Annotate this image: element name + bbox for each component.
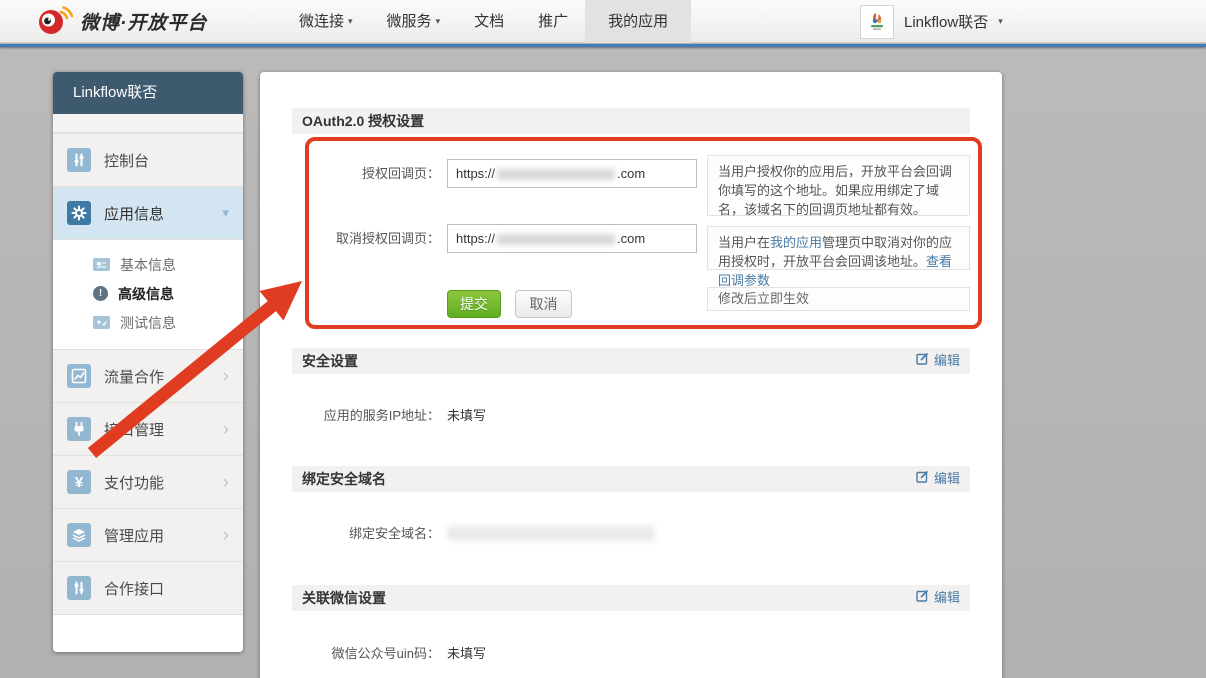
sidebar-app-name: Linkflow联否 [53, 72, 243, 114]
layers-icon [67, 523, 91, 547]
edit-icon [916, 466, 929, 492]
revoke-callback-help: 当用户在我的应用管理页中取消对你的应用授权时，开放平台会回调该地址。查看回调参数 [707, 226, 970, 288]
menu-item-weilianjie[interactable]: 微连接 ▾ [282, 0, 370, 43]
my-apps-link[interactable]: 我的应用 [770, 235, 822, 250]
sidebar-item-coop-api[interactable]: 合作接口 [53, 561, 243, 614]
edit-bound-domain-link[interactable]: 编辑 [916, 466, 960, 492]
section-header-oauth: OAuth2.0 授权设置 [292, 108, 970, 134]
chevron-right-icon: › [222, 524, 229, 546]
authorize-callback-label: 授权回调页： [361, 166, 440, 181]
sidebar-item-api-management[interactable]: 接口管理 › [53, 402, 243, 455]
sidebar-spacer [53, 114, 243, 133]
bound-domain-label: 绑定安全域名： [348, 526, 440, 541]
sidebar-subitem-label: 测试信息 [120, 314, 176, 331]
main-content: OAuth2.0 授权设置 授权回调页： https:// .com 当用户授权你… [260, 72, 1002, 678]
redacted-url-segment [497, 169, 616, 181]
effective-immediately-note: 修改后立即生效 [707, 287, 970, 311]
user-menu[interactable]: Linkflow联否 ▾ [860, 0, 1003, 43]
authorize-callback-input[interactable]: https:// .com [447, 159, 697, 188]
main-menu: 微连接 ▾ 微服务 ▾ 文档 推广 我的应用 [282, 0, 692, 43]
chevron-down-icon: ▾ [435, 16, 441, 26]
sidebar-footer [53, 614, 243, 652]
section-title: OAuth2.0 授权设置 [302, 113, 425, 129]
sidebar-item-label: 控制台 [104, 152, 150, 170]
service-ip-value: 未填写 [447, 408, 487, 423]
section-header-security: 编辑 安全设置 [292, 348, 970, 374]
sidebar-subitem-label: 基本信息 [120, 256, 176, 273]
chart-icon [67, 364, 91, 388]
sidebar-item-label: 管理应用 [104, 527, 165, 545]
sidebar-item-traffic-coop[interactable]: 流量合作 › [53, 349, 243, 402]
sidebar: Linkflow联否 控制台 应用信息 ▾ 基本信息 ! 高级信息 测试信息 流… [53, 72, 243, 652]
wechat-uin-value: 未填写 [447, 646, 487, 661]
alert-circle-icon: ! [93, 286, 108, 301]
sidebar-item-console[interactable]: 控制台 [53, 133, 243, 186]
user-name: Linkflow联否 [904, 14, 989, 31]
authorize-callback-help: 当用户授权你的应用后，开放平台会回调你填写的这个地址。如果应用绑定了域名，该域名… [707, 155, 970, 217]
gear-icon [67, 201, 91, 225]
revoke-callback-label: 取消授权回调页： [335, 231, 440, 246]
url-prefix: https:// [456, 166, 496, 181]
section-title: 关联微信设置 [302, 590, 386, 606]
top-navbar: 微博·开放平台 微连接 ▾ 微服务 ▾ 文档 推广 我的应用 Linkflow联… [0, 0, 1206, 43]
section-title: 安全设置 [302, 353, 358, 369]
edit-wechat-link[interactable]: 编辑 [916, 585, 960, 611]
weibo-logo-icon [36, 2, 74, 41]
sidebar-item-label: 应用信息 [104, 205, 165, 223]
service-ip-label: 应用的服务IP地址： [323, 408, 440, 423]
sidebar-item-label: 合作接口 [104, 580, 165, 598]
sidebar-item-label: 流量合作 [104, 368, 165, 386]
chevron-right-icon: › [222, 471, 229, 493]
menu-item-weifuwu[interactable]: 微服务 ▾ [370, 0, 458, 43]
wechat-uin-label: 微信公众号uin码： [331, 646, 440, 661]
sidebar-item-manage-apps[interactable]: 管理应用 › [53, 508, 243, 561]
menu-item-my-apps[interactable]: 我的应用 [585, 0, 692, 43]
sliders-icon [67, 576, 91, 600]
sidebar-subitem-test-info[interactable]: 测试信息 [53, 308, 243, 337]
sidebar-submenu: 基本信息 ! 高级信息 测试信息 [53, 239, 243, 349]
cancel-button[interactable]: 取消 [515, 290, 572, 318]
brand-logo[interactable]: 微博·开放平台 [36, 0, 207, 43]
chevron-right-icon: › [222, 365, 229, 387]
edit-security-link[interactable]: 编辑 [916, 348, 960, 374]
sidebar-item-label: 支付功能 [104, 474, 165, 492]
chevron-down-icon: ▾ [348, 16, 353, 26]
section-header-bound-domain: 编辑 绑定安全域名 [292, 466, 970, 492]
sidebar-item-app-info[interactable]: 应用信息 ▾ [53, 186, 243, 239]
chevron-right-icon: › [222, 418, 229, 440]
submit-button[interactable]: 提交 [447, 290, 501, 318]
id-card-icon [93, 258, 110, 271]
section-title: 绑定安全域名 [302, 471, 386, 487]
sidebar-item-payment[interactable]: ¥ 支付功能 › [53, 455, 243, 508]
redacted-url-segment [497, 234, 616, 246]
sidebar-item-label: 接口管理 [104, 421, 165, 439]
revoke-callback-input[interactable]: https:// .com [447, 224, 697, 253]
menu-item-docs[interactable]: 文档 [457, 0, 521, 43]
navbar-accent-strip [0, 44, 1206, 47]
section-header-wechat: 编辑 关联微信设置 [292, 585, 970, 611]
bound-domain-redacted-value [447, 526, 655, 541]
sidebar-subitem-basic-info[interactable]: 基本信息 [53, 250, 243, 279]
avatar [860, 4, 894, 39]
edit-icon [916, 348, 929, 374]
brand-title: 微博·开放平台 [80, 13, 208, 34]
edit-icon [916, 585, 929, 611]
sidebar-subitem-label: 高级信息 [118, 285, 174, 302]
menu-item-promotion[interactable]: 推广 [521, 0, 585, 43]
plug-icon [67, 417, 91, 441]
chevron-down-icon: ▾ [998, 16, 1003, 26]
chevron-down-icon: ▾ [222, 205, 229, 220]
sidebar-subitem-advanced-info[interactable]: ! 高级信息 [53, 279, 243, 308]
yen-icon: ¥ [67, 470, 91, 494]
url-suffix: .com [617, 231, 646, 246]
url-prefix: https:// [456, 231, 496, 246]
sliders-icon [67, 148, 91, 172]
test-card-icon [93, 316, 110, 329]
url-suffix: .com [617, 166, 646, 181]
